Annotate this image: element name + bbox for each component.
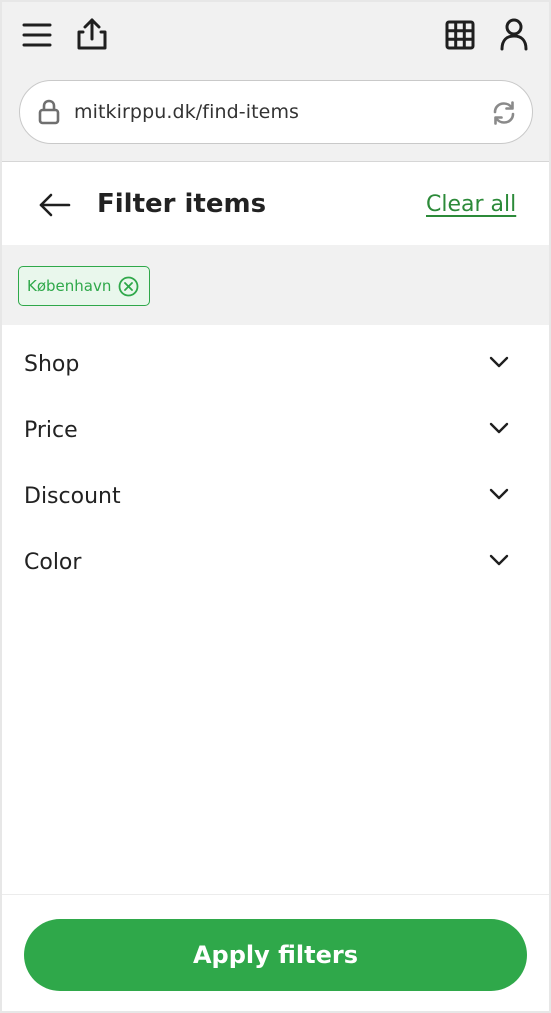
user-icon[interactable] (496, 16, 532, 52)
filter-section-label: Shop (24, 352, 80, 377)
share-icon[interactable] (74, 16, 110, 52)
lock-icon (38, 99, 60, 125)
active-filters-bar: København (2, 245, 549, 325)
filter-section-label: Color (24, 550, 82, 575)
grid-icon[interactable] (442, 17, 478, 53)
chevron-down-icon[interactable] (487, 354, 511, 370)
filter-section-label: Price (24, 418, 78, 443)
filter-section-color[interactable]: Color (2, 530, 549, 596)
phone-frame: mitkirppu.dk/find-items Filter items Cle… (0, 0, 551, 1013)
apply-filters-button[interactable]: Apply filters (24, 919, 527, 991)
filter-section-shop[interactable]: Shop (2, 332, 549, 398)
browser-toolbar: mitkirppu.dk/find-items (2, 2, 549, 162)
filter-chip-label: København (27, 277, 112, 295)
clear-all-link[interactable]: Clear all (426, 192, 516, 217)
filter-header: Filter items Clear all (2, 163, 549, 245)
filter-section-price[interactable]: Price (2, 398, 549, 464)
menu-icon[interactable] (21, 19, 53, 51)
chevron-down-icon[interactable] (487, 486, 511, 502)
filter-section-discount[interactable]: Discount (2, 464, 549, 530)
close-circle-icon[interactable] (118, 276, 139, 297)
reload-icon[interactable] (490, 99, 518, 127)
chevron-down-icon[interactable] (487, 552, 511, 568)
filter-section-label: Discount (24, 484, 121, 509)
filter-chip[interactable]: København (18, 266, 150, 306)
url-text[interactable]: mitkirppu.dk/find-items (74, 101, 299, 123)
page-title: Filter items (97, 189, 267, 219)
address-bar[interactable]: mitkirppu.dk/find-items (19, 80, 533, 144)
filter-list: Shop Price Discount Color (2, 332, 549, 596)
chevron-down-icon[interactable] (487, 420, 511, 436)
back-arrow-icon[interactable] (38, 191, 72, 219)
filter-footer: Apply filters (2, 894, 549, 1011)
